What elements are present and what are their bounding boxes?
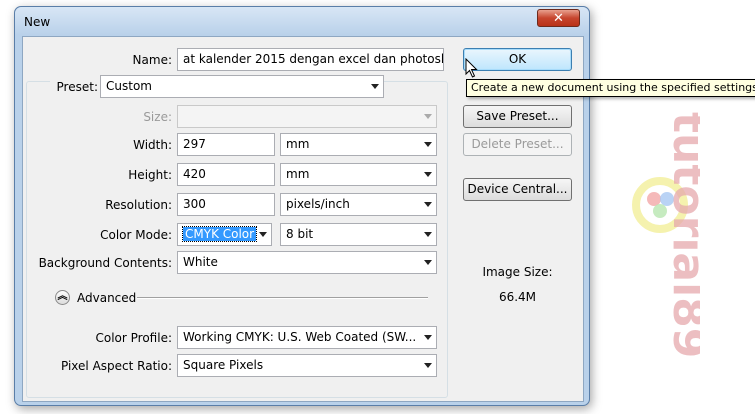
preset-value: Custom — [106, 79, 152, 93]
window-title: New — [24, 15, 51, 29]
name-label: Name: — [132, 53, 172, 67]
height-input[interactable]: 420 — [177, 163, 275, 186]
image-size-label: Image Size: — [482, 265, 553, 279]
advanced-expand-button[interactable]: ︽ — [55, 290, 70, 305]
chevron-down-icon — [424, 202, 432, 207]
bit-depth-value: 8 bit — [286, 227, 314, 241]
preset-select[interactable]: Custom — [100, 75, 384, 98]
width-input[interactable]: 297 — [177, 133, 275, 156]
chevron-down-icon — [371, 84, 379, 89]
color-mode-label: Color Mode: — [100, 228, 172, 242]
background-contents-select[interactable]: White — [177, 251, 437, 274]
chevron-down-icon — [424, 142, 432, 147]
width-unit-select[interactable]: mm — [280, 133, 437, 156]
chevron-up-icon: ︽ — [57, 291, 68, 302]
image-size-value: 66.4M — [498, 290, 537, 304]
resolution-unit-value: pixels/inch — [286, 197, 350, 211]
bit-depth-select[interactable]: 8 bit — [280, 223, 437, 246]
pixel-aspect-ratio-select[interactable]: Square Pixels — [177, 354, 437, 377]
color-profile-value: Working CMYK: U.S. Web Coated (SW... — [183, 330, 417, 344]
chevron-down-icon — [259, 232, 267, 237]
height-label: Height: — [128, 168, 172, 182]
chevron-down-icon — [424, 232, 432, 237]
chevron-down-icon — [424, 260, 432, 265]
title-bar[interactable]: New ✕ — [15, 7, 589, 35]
height-unit-value: mm — [286, 167, 310, 181]
watermark-text: tutorial89 — [663, 112, 700, 358]
width-label: Width: — [133, 138, 172, 152]
chevron-down-icon — [424, 363, 432, 368]
save-preset-button[interactable]: Save Preset... — [463, 105, 572, 128]
preset-label: Preset: — [50, 80, 100, 94]
size-label: Size: — [143, 110, 172, 124]
advanced-label: Advanced — [77, 291, 137, 305]
color-mode-select[interactable]: CMYK Color — [177, 223, 272, 246]
background-contents-label: Background Contents: — [38, 256, 172, 270]
size-select[interactable] — [177, 105, 437, 128]
resolution-unit-select[interactable]: pixels/inch — [280, 193, 437, 216]
ok-tooltip: Create a new document using the specifie… — [466, 79, 755, 97]
pixel-aspect-ratio-label: Pixel Aspect Ratio: — [61, 359, 172, 373]
close-button[interactable]: ✕ — [537, 9, 580, 27]
pixel-aspect-ratio-value: Square Pixels — [183, 358, 264, 372]
tutorial89-watermark-logo: tutorial89 — [632, 112, 700, 358]
height-unit-select[interactable]: mm — [280, 163, 437, 186]
mouse-cursor-icon — [465, 58, 478, 78]
color-mode-value: CMYK Color — [181, 226, 258, 242]
background-contents-value: White — [183, 255, 218, 269]
chevron-down-icon — [424, 172, 432, 177]
chevron-down-icon — [424, 335, 432, 340]
advanced-divider — [137, 297, 428, 299]
name-input[interactable]: at kalender 2015 dengan excel dan photos… — [177, 48, 444, 71]
device-central-button[interactable]: Device Central... — [463, 178, 572, 201]
delete-preset-button[interactable]: Delete Preset... — [463, 133, 572, 156]
color-profile-label: Color Profile: — [95, 331, 173, 345]
resolution-label: Resolution: — [105, 198, 172, 212]
color-profile-select[interactable]: Working CMYK: U.S. Web Coated (SW... — [177, 326, 437, 349]
ok-button[interactable]: OK — [463, 48, 572, 71]
chevron-down-icon — [424, 114, 432, 119]
width-unit-value: mm — [286, 137, 310, 151]
resolution-input[interactable]: 300 — [177, 193, 275, 216]
